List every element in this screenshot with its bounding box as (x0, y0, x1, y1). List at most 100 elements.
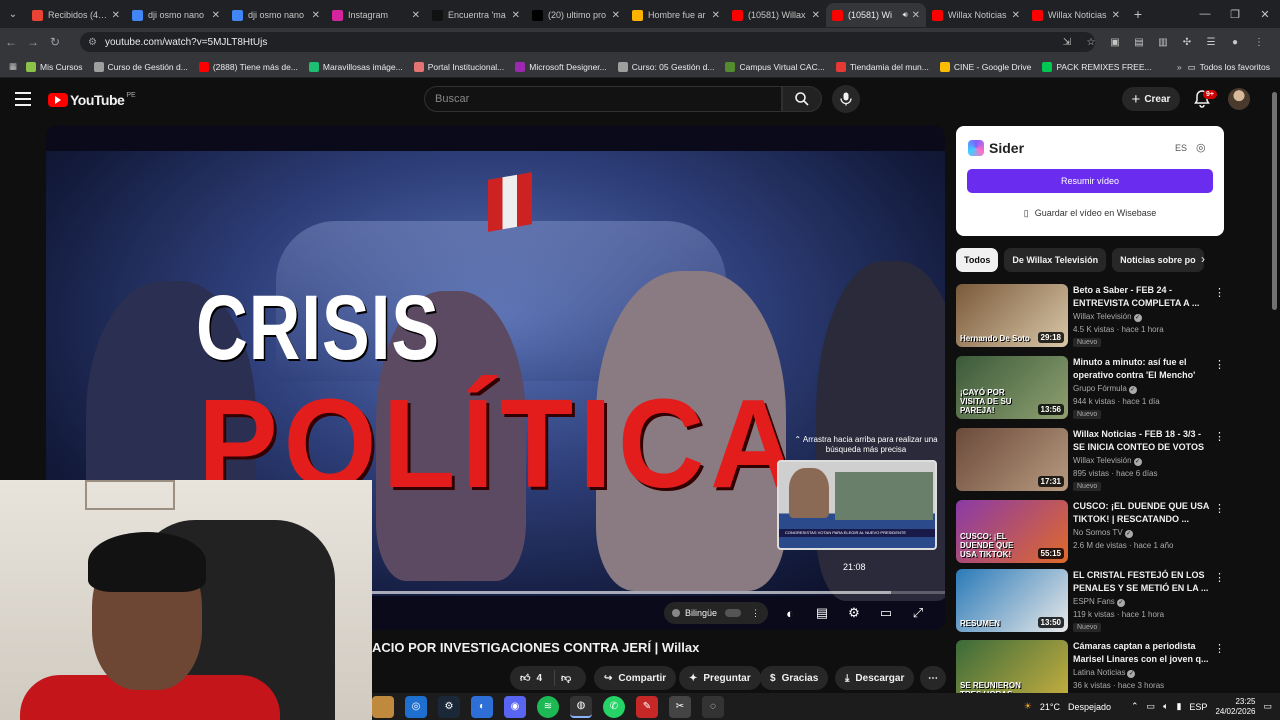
browser-tab[interactable]: dji osmo nano ✕ (226, 3, 326, 27)
like-icon[interactable]: 👍︎ (520, 672, 530, 684)
browser-tab[interactable]: Instagram ✕ (326, 3, 426, 27)
video-title[interactable]: Willax Noticias - FEB 18 - 3/3 - SE INIC… (1073, 428, 1213, 454)
create-button[interactable]: + Crear (1122, 87, 1180, 111)
more-vert-icon[interactable]: ⋮ (751, 608, 760, 619)
chrome-menu-icon[interactable]: ⋮ (1250, 32, 1268, 52)
filter-chip[interactable]: De Willax Televisión (1004, 248, 1107, 272)
browser-tab[interactable]: Recibidos (441) ✕ (26, 3, 126, 27)
bookmark-item[interactable]: Tiendamia del mun... (835, 61, 929, 72)
recommended-video[interactable]: ¡CAYÓ POR VISITA DE SU PAREJA! 13:56 Minut… (956, 356, 1236, 422)
recommended-video[interactable]: 17:31 Willax Noticias - FEB 18 - 3/3 - SE… (956, 428, 1236, 494)
close-tab-icon[interactable]: ✕ (712, 10, 720, 21)
bookmark-item[interactable]: PACK REMIXES FREE... (1042, 61, 1152, 72)
fullscreen-icon[interactable]: ⤢ (907, 602, 929, 624)
filter-chip[interactable]: Todos (956, 248, 999, 272)
reload-icon[interactable]: ↻ (44, 28, 66, 56)
weather-text[interactable]: Despejado (1068, 702, 1111, 712)
close-tab-icon[interactable]: ✕ (112, 10, 120, 21)
subtitles-icon[interactable]: ▤ (811, 602, 833, 624)
close-tab-icon[interactable]: ✕ (1112, 10, 1120, 21)
back-icon[interactable]: ← (0, 28, 22, 56)
new-tab-button[interactable]: + (1126, 6, 1150, 22)
app-icon[interactable]: ◌ (702, 695, 724, 718)
close-tab-icon[interactable]: ✕ (412, 10, 420, 21)
close-tab-icon[interactable]: ✕ (812, 10, 820, 21)
summarize-video-button[interactable]: Resumir vídeo (967, 169, 1213, 193)
recommended-video[interactable]: CUSCO: ¡EL DUENDE QUE USA TIKTOK! 55:15 CU… (956, 500, 1236, 566)
download-button[interactable]: ⤓ Descargar (835, 666, 915, 690)
close-tab-icon[interactable]: ✕ (612, 10, 620, 21)
bookmark-item[interactable]: Microsoft Designer... (515, 61, 607, 72)
video-title[interactable]: Cámaras captan a periodista Marisel Lina… (1073, 640, 1213, 666)
install-icon[interactable]: ⇲ (1058, 32, 1076, 52)
more-vert-icon[interactable]: ⋮ (1214, 358, 1225, 371)
video-thumbnail[interactable]: RESUMEN 13:50 (956, 569, 1068, 632)
sider-settings-icon[interactable]: ◎ (1196, 141, 1206, 154)
menu-icon[interactable] (15, 92, 31, 106)
bookmark-item[interactable]: Mis Cursos (26, 61, 83, 72)
close-tab-icon[interactable]: ✕ (312, 10, 320, 21)
voice-search-button[interactable] (832, 85, 860, 113)
whatsapp-icon[interactable]: ✆ (603, 695, 625, 718)
channel-name[interactable]: ESPN Fans ✓ (1073, 597, 1125, 607)
toggle-switch[interactable] (725, 609, 741, 617)
close-tab-icon[interactable]: ✕ (212, 10, 220, 21)
bookmark-item[interactable]: CINE - Google Drive (939, 61, 1031, 72)
tab-search-icon[interactable]: ⌄ (0, 0, 26, 28)
like-count[interactable]: 4 (536, 673, 542, 684)
app-icon[interactable]: ✎ (636, 695, 658, 718)
theater-mode-icon[interactable]: ▭ (875, 602, 897, 624)
file-explorer-icon[interactable] (372, 695, 394, 718)
video-title[interactable]: CUSCO: ¡EL DUENDE QUE USA TIKTOK! | RESC… (1073, 500, 1213, 526)
video-thumbnail[interactable]: Hernando De Soto 29:18 (956, 284, 1068, 347)
discord-icon[interactable]: ◉ (504, 695, 526, 718)
close-tab-icon[interactable]: ✕ (1012, 10, 1020, 21)
channel-name[interactable]: Latina Noticias ✓ (1073, 668, 1136, 678)
channel-name[interactable]: No Somos TV ✓ (1073, 528, 1133, 538)
notifications-icon[interactable]: ▭ (1263, 701, 1272, 712)
extension-icon[interactable]: ▣ (1106, 32, 1124, 52)
battery-icon[interactable]: ▮ (1176, 701, 1181, 712)
channel-name[interactable]: Willax Televisión ✓ (1073, 312, 1142, 322)
browser-tab[interactable]: Willax Noticias ✕ (926, 3, 1026, 27)
minimize-icon[interactable]: — (1190, 0, 1220, 28)
channel-name[interactable]: Willax Televisión ✓ (1073, 456, 1142, 466)
steam-icon[interactable]: ⚙ (438, 695, 460, 718)
close-tab-icon[interactable]: ✕ (912, 10, 920, 21)
youtube-logo[interactable]: YouTube PE (48, 92, 136, 108)
edge-icon[interactable]: ◐ (471, 695, 493, 718)
video-thumbnail[interactable]: ¡CAYÓ POR VISITA DE SU PAREJA! 13:56 (956, 356, 1068, 419)
more-vert-icon[interactable]: ⋮ (1214, 502, 1225, 515)
spotify-icon[interactable]: ≋ (537, 695, 559, 718)
autoplay-toggle-icon[interactable]: ◐ (779, 602, 801, 624)
network-icon[interactable]: ▭ (1147, 701, 1156, 712)
bookmark-item[interactable]: (2888) Tiene más de... (198, 61, 298, 72)
capcut-icon[interactable]: ✂ (669, 695, 691, 718)
video-title[interactable]: Minuto a minuto: así fue el operativo co… (1073, 356, 1213, 382)
account-avatar[interactable] (1228, 88, 1250, 110)
chevron-up-icon[interactable]: ⌃ (1131, 701, 1139, 712)
sider-language[interactable]: ES (1175, 143, 1187, 153)
browser-tab[interactable]: Encuentra 'ma ✕ (426, 3, 526, 27)
bookmark-item[interactable]: Portal Institucional... (413, 61, 504, 72)
tab-groups-icon[interactable]: ☰ (1202, 32, 1220, 52)
filter-chip[interactable]: Noticias sobre po (1112, 248, 1204, 272)
video-thumbnail[interactable]: 17:31 (956, 428, 1068, 491)
recommended-video[interactable]: RESUMEN 13:50 EL CRISTAL FESTEJÓ EN LOS PE… (956, 569, 1236, 635)
settings-gear-icon[interactable]: ⚙ (843, 602, 865, 624)
restore-icon[interactable]: ❐ (1220, 0, 1250, 28)
share-button[interactable]: ↪ Compartir (594, 666, 677, 690)
save-to-wisebase-button[interactable]: ▯ Guardar el vídeo en Wisebase (967, 202, 1213, 224)
profile-icon[interactable]: ● (1226, 32, 1244, 52)
volume-icon[interactable]: 🔈︎ (1163, 701, 1168, 712)
more-actions-button[interactable]: ⋯ (920, 666, 946, 690)
more-vert-icon[interactable]: ⋮ (1214, 571, 1225, 584)
browser-tab[interactable]: (10581) Wi 🔊︎ ✕ (826, 3, 926, 27)
bookmark-star-icon[interactable]: ☆ (1082, 32, 1100, 52)
weather-temp[interactable]: 21°C (1040, 702, 1060, 712)
video-title[interactable]: Beto a Saber - FEB 24 - ENTREVISTA COMPL… (1073, 284, 1213, 310)
extensions-puzzle-icon[interactable]: ✣ (1178, 32, 1196, 52)
bilingual-captions-toggle[interactable]: Bilingüe ⋮ (664, 602, 768, 624)
dislike-icon[interactable]: 👎︎ (561, 672, 571, 684)
more-vert-icon[interactable]: ⋮ (1214, 430, 1225, 443)
